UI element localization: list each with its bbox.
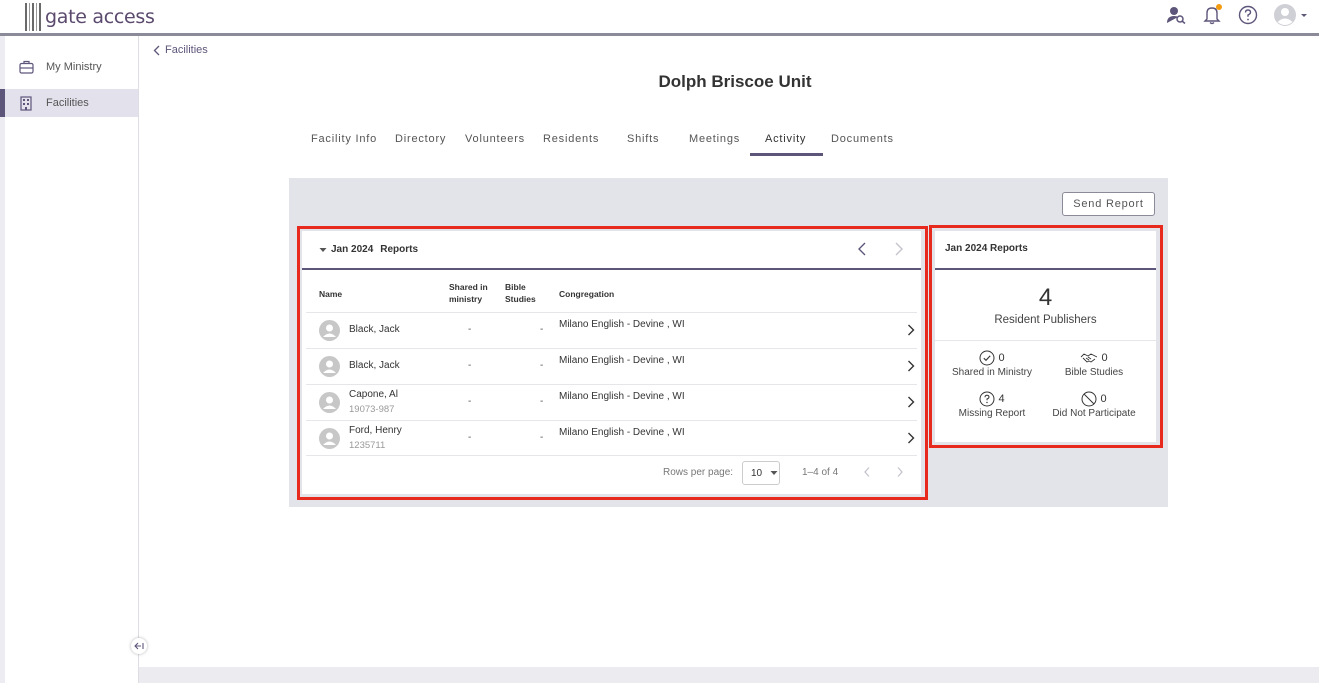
building-icon (18, 95, 34, 111)
collapse-sidebar-button[interactable] (131, 638, 147, 654)
gate-access-logo[interactable]: gate access (25, 3, 155, 31)
bottom-strip (139, 667, 1319, 683)
tab-volunteers[interactable]: Volunteers (465, 133, 525, 145)
tab-residents[interactable]: Residents (543, 133, 599, 145)
sidebar-item-facilities[interactable]: Facilities (0, 89, 138, 117)
tab-shifts[interactable]: Shifts (627, 133, 659, 145)
notification-dot (1216, 4, 1222, 10)
bell-icon[interactable] (1201, 4, 1223, 26)
top-icons (1165, 4, 1309, 26)
tab-activity[interactable]: Activity (765, 133, 806, 145)
user-search-icon[interactable] (1165, 4, 1187, 26)
sidebar-item-label: Facilities (46, 97, 89, 109)
top-bar: gate access (0, 0, 1319, 36)
active-tab-indicator (750, 153, 823, 156)
send-report-button[interactable]: Send Report (1062, 192, 1155, 216)
highlight-box-summary (929, 225, 1163, 448)
logo-text: gate access (45, 6, 155, 28)
page-title: Dolph Briscoe Unit (658, 72, 812, 91)
help-icon[interactable] (1237, 4, 1259, 26)
tab-documents[interactable]: Documents (831, 133, 894, 145)
tab-meetings[interactable]: Meetings (689, 133, 740, 145)
user-avatar-menu[interactable] (1273, 4, 1309, 26)
breadcrumb-label: Facilities (165, 44, 208, 56)
tab-directory[interactable]: Directory (395, 133, 446, 145)
breadcrumb[interactable]: Facilities (153, 44, 208, 56)
logo-bars-icon (25, 3, 41, 31)
tab-facility-info[interactable]: Facility Info (311, 133, 377, 145)
chevron-left-icon (153, 45, 160, 55)
highlight-box-reports-table (297, 226, 928, 500)
sidebar: My Ministry Facilities (0, 36, 139, 683)
